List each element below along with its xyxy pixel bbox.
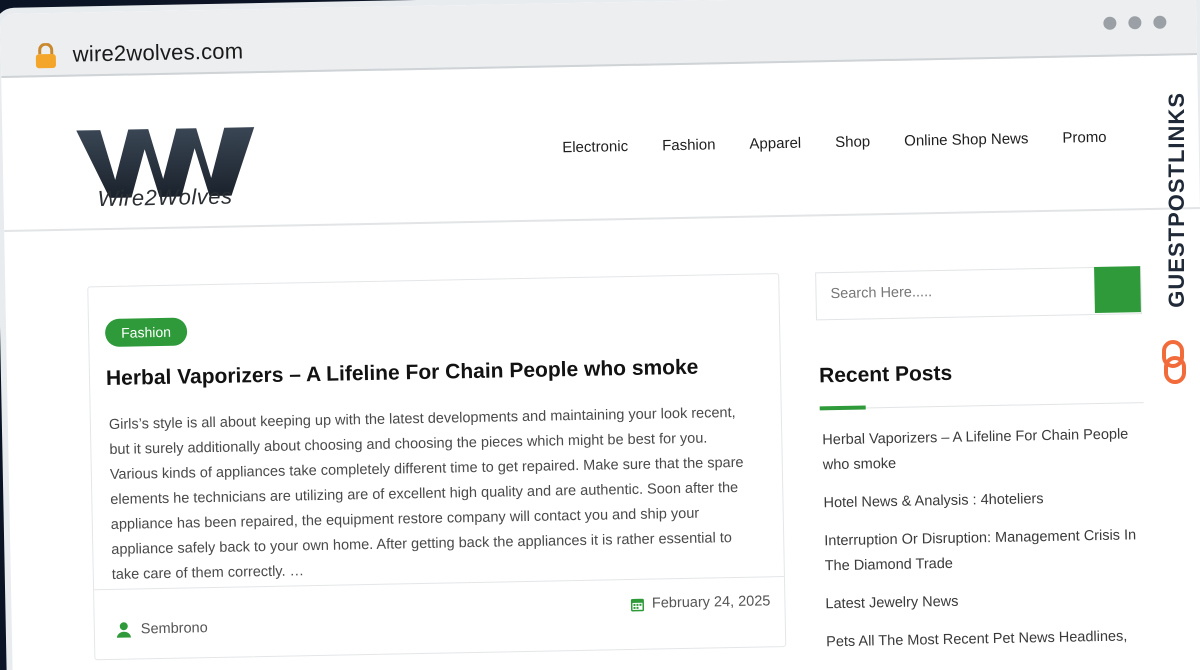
nav-item-shop[interactable]: Shop: [835, 133, 870, 151]
nav-item-promo[interactable]: Promo: [1062, 129, 1107, 147]
post-title[interactable]: Herbal Vaporizers – A Lifeline For Chain…: [106, 354, 766, 391]
window-dot-icon[interactable]: [1153, 15, 1167, 29]
nav-item-fashion[interactable]: Fashion: [662, 136, 716, 154]
category-tag[interactable]: Fashion: [104, 317, 188, 348]
recent-post-link[interactable]: Interruption Or Disruption: Management C…: [824, 523, 1145, 579]
site-header: Wire2Wolves Electronic Fashion Apparel S…: [1, 55, 1200, 232]
watermark-text: GUESTPOSTLINKS: [1164, 92, 1189, 308]
guestpostlinks-watermark: GUESTPOSTLINKS: [1136, 40, 1200, 384]
heading-accent: [819, 405, 866, 411]
nav-item-electronic[interactable]: Electronic: [562, 138, 628, 156]
nav-item-apparel[interactable]: Apparel: [749, 135, 801, 153]
recent-post-link[interactable]: Pets All The Most Recent Pet News Headli…: [826, 624, 1146, 655]
calendar-icon: [630, 598, 644, 611]
browser-window: wire2wolves.com Wire2Wolves Electronic F…: [0, 0, 1200, 670]
nav-item-online-shop-news[interactable]: Online Shop News: [904, 130, 1029, 149]
post-excerpt: Girls’s style is all about keeping up wi…: [108, 404, 744, 583]
window-dot-icon[interactable]: [1103, 16, 1117, 30]
recent-posts-heading: Recent Posts: [818, 361, 953, 388]
link-chain-icon: [1162, 340, 1186, 384]
author-name[interactable]: Sembrono: [141, 620, 208, 637]
post-meta: Sembrono February 24, 2025: [94, 576, 786, 661]
post-date: February 24, 2025: [630, 593, 771, 612]
recent-post-link[interactable]: Herbal Vaporizers – A Lifeline For Chain…: [822, 422, 1143, 478]
post-author: Sembrono: [116, 620, 208, 638]
post-card: Fashion Herbal Vaporizers – A Lifeline F…: [87, 273, 787, 661]
recent-post-link[interactable]: Latest Jewelry News: [825, 586, 1145, 617]
main-nav: Electronic Fashion Apparel Shop Online S…: [562, 129, 1107, 156]
search-input[interactable]: [828, 280, 1093, 304]
sidebar: Recent Posts Herbal Vaporizers – A Lifel…: [815, 266, 1144, 650]
window-dot-icon[interactable]: [1128, 16, 1142, 30]
heading-divider: [819, 402, 1144, 410]
lock-icon: [35, 42, 56, 69]
site-logo-text: Wire2Wolves: [97, 183, 233, 212]
search-button[interactable]: [1094, 266, 1141, 314]
recent-posts-list: Herbal Vaporizers – A Lifeline For Chain…: [822, 422, 1147, 668]
search-form: [815, 266, 1142, 321]
address-bar-url[interactable]: wire2wolves.com: [73, 38, 244, 67]
recent-post-link[interactable]: Hotel News & Analysis : 4hoteliers: [823, 485, 1143, 516]
window-controls: [1103, 15, 1167, 30]
post-date-text[interactable]: February 24, 2025: [652, 593, 771, 611]
user-icon: [116, 622, 131, 638]
